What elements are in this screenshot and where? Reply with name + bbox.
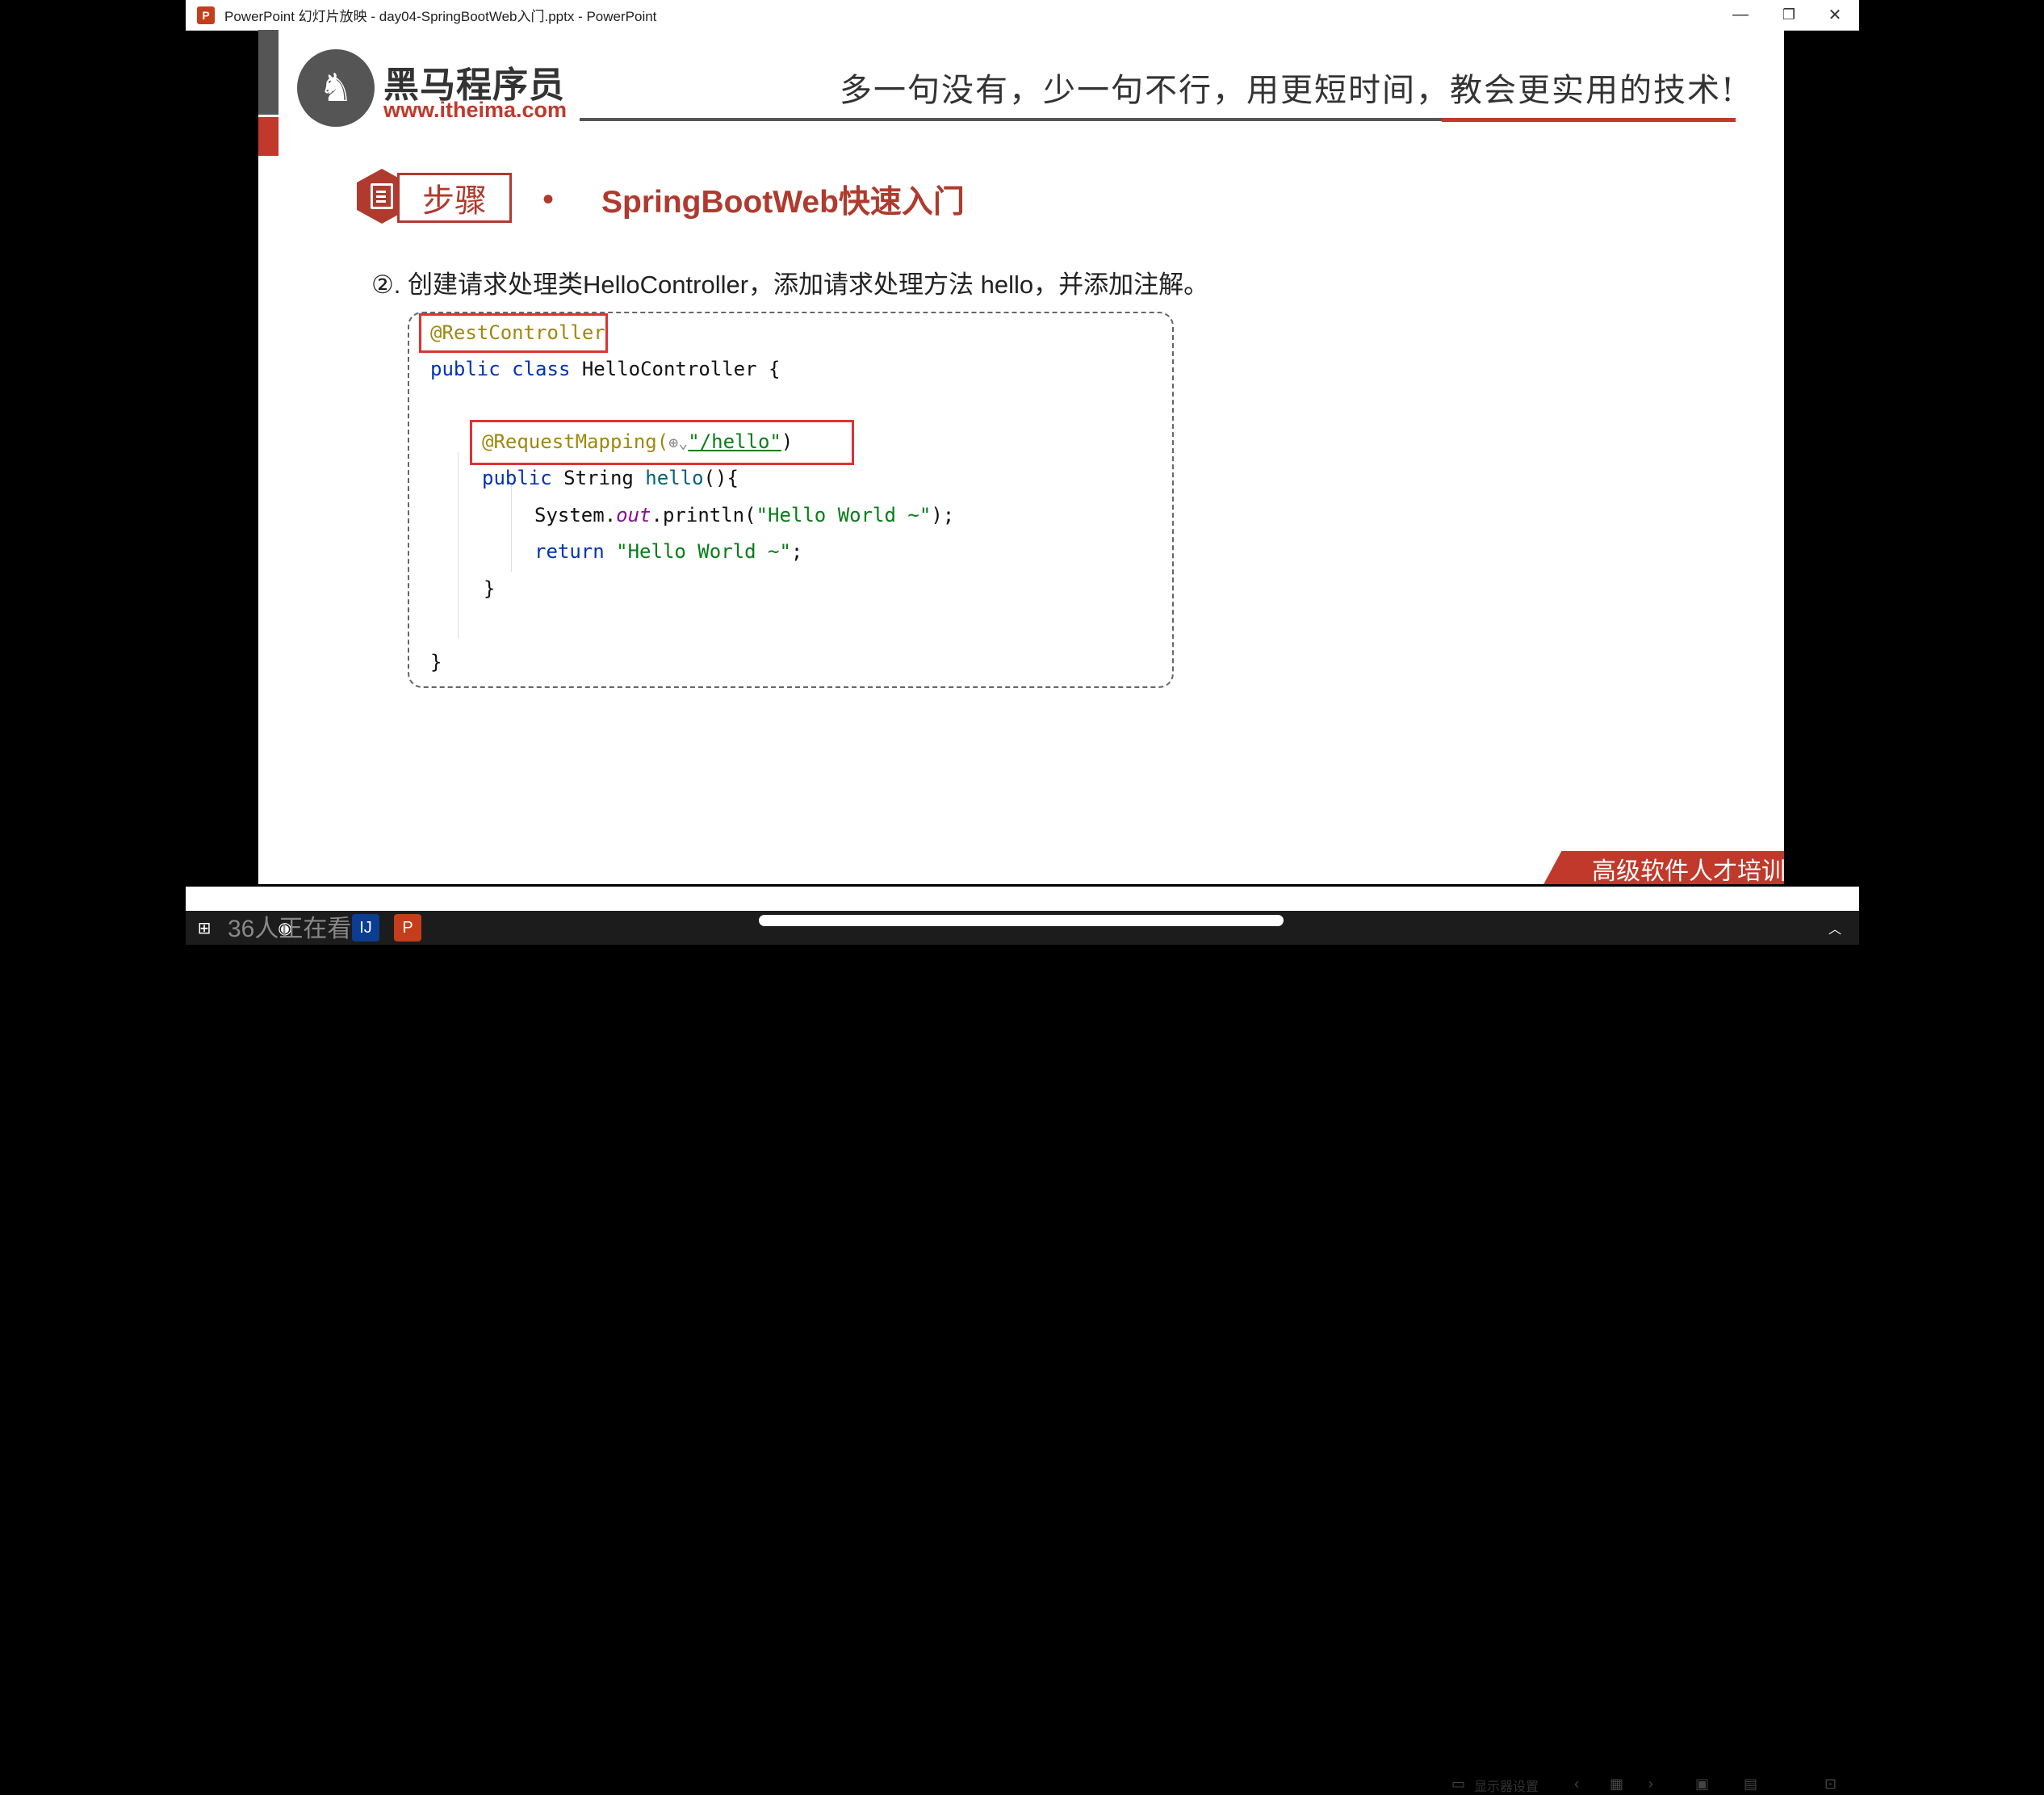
step-label: 步骤 <box>397 173 512 223</box>
slideshow-view-icon[interactable]: ▤ <box>1744 1776 1757 1793</box>
slideshow-status-bar: 显示器设置 ▭ ‹ ▦ › ▣ ▤ ⊡ <box>186 887 1859 1794</box>
video-progress-bar[interactable] <box>759 915 1284 926</box>
chevron-up-icon[interactable]: ︿ <box>1821 914 1849 942</box>
code-line-10: } <box>430 651 442 673</box>
intellij-icon[interactable]: IJ <box>352 914 379 942</box>
code-line-8: } <box>484 577 496 600</box>
heading-bullet: • <box>542 182 555 217</box>
code-line-2: public class HelloController { <box>430 358 781 380</box>
powerpoint-taskbar-icon[interactable]: P <box>394 914 421 942</box>
next-slide-icon[interactable]: › <box>1648 1776 1653 1793</box>
code-line-1: @RestController <box>430 321 605 344</box>
minimize-button[interactable]: — <box>1716 0 1765 30</box>
indent-guide <box>511 483 512 572</box>
windows-start-icon[interactable]: ⊞ <box>191 914 218 942</box>
logo-url: www.itheima.com <box>383 98 568 122</box>
window-title: PowerPoint 幻灯片放映 - day04-SpringBootWeb入门… <box>224 9 657 24</box>
left-accent-gray <box>258 30 279 115</box>
instruction-text: ②. 创建请求处理类HelloController，添加请求处理方法 hello… <box>371 271 1209 299</box>
slogan: 多一句没有，少一句不行，用更短时间，教会更实用的技术! <box>840 72 1736 109</box>
powerpoint-icon: P <box>197 6 215 24</box>
reading-view-icon[interactable]: ▣ <box>1695 1776 1709 1793</box>
slide-heading: SpringBootWeb快速入门 <box>601 185 965 220</box>
header-divider-accent <box>1442 118 1736 122</box>
globe-icon: ⊕⌄ <box>668 433 689 452</box>
monitor-icon: ▭ <box>1451 1776 1466 1792</box>
present-icon[interactable]: ⊡ <box>1824 1776 1837 1793</box>
title-bar[interactable]: P PowerPoint 幻灯片放映 - day04-SpringBootWeb… <box>186 0 1859 31</box>
viewer-count: 36人正在看 <box>228 916 352 942</box>
powerpoint-window: P PowerPoint 幻灯片放映 - day04-SpringBootWeb… <box>186 0 1859 1794</box>
code-line-7: return "Hello World ~"; <box>534 540 803 563</box>
footer-banner-text: 高级软件人才培训专家 <box>1592 858 1784 884</box>
left-accent-red <box>258 117 279 156</box>
indent-guide <box>458 452 459 638</box>
code-line-4: @RequestMapping(⊕⌄"/hello") <box>482 430 794 453</box>
close-button[interactable]: ✕ <box>1811 0 1859 30</box>
slide: ♞ 黑马程序员 www.itheima.com 多一句没有，少一句不行，用更短时… <box>258 30 1784 884</box>
prev-slide-icon[interactable]: ‹ <box>1574 1776 1579 1793</box>
code-line-5: public String hello(){ <box>482 467 739 489</box>
code-line-6: System.out.println("Hello World ~"); <box>534 504 955 526</box>
code-block: @RestController public class HelloContro… <box>408 312 1174 688</box>
horse-logo-icon: ♞ <box>297 49 375 127</box>
grid-view-icon[interactable]: ▦ <box>1610 1776 1623 1793</box>
display-settings-button[interactable]: 显示器设置 <box>1474 1776 1539 1795</box>
restore-button[interactable]: ❐ <box>1765 0 1813 30</box>
